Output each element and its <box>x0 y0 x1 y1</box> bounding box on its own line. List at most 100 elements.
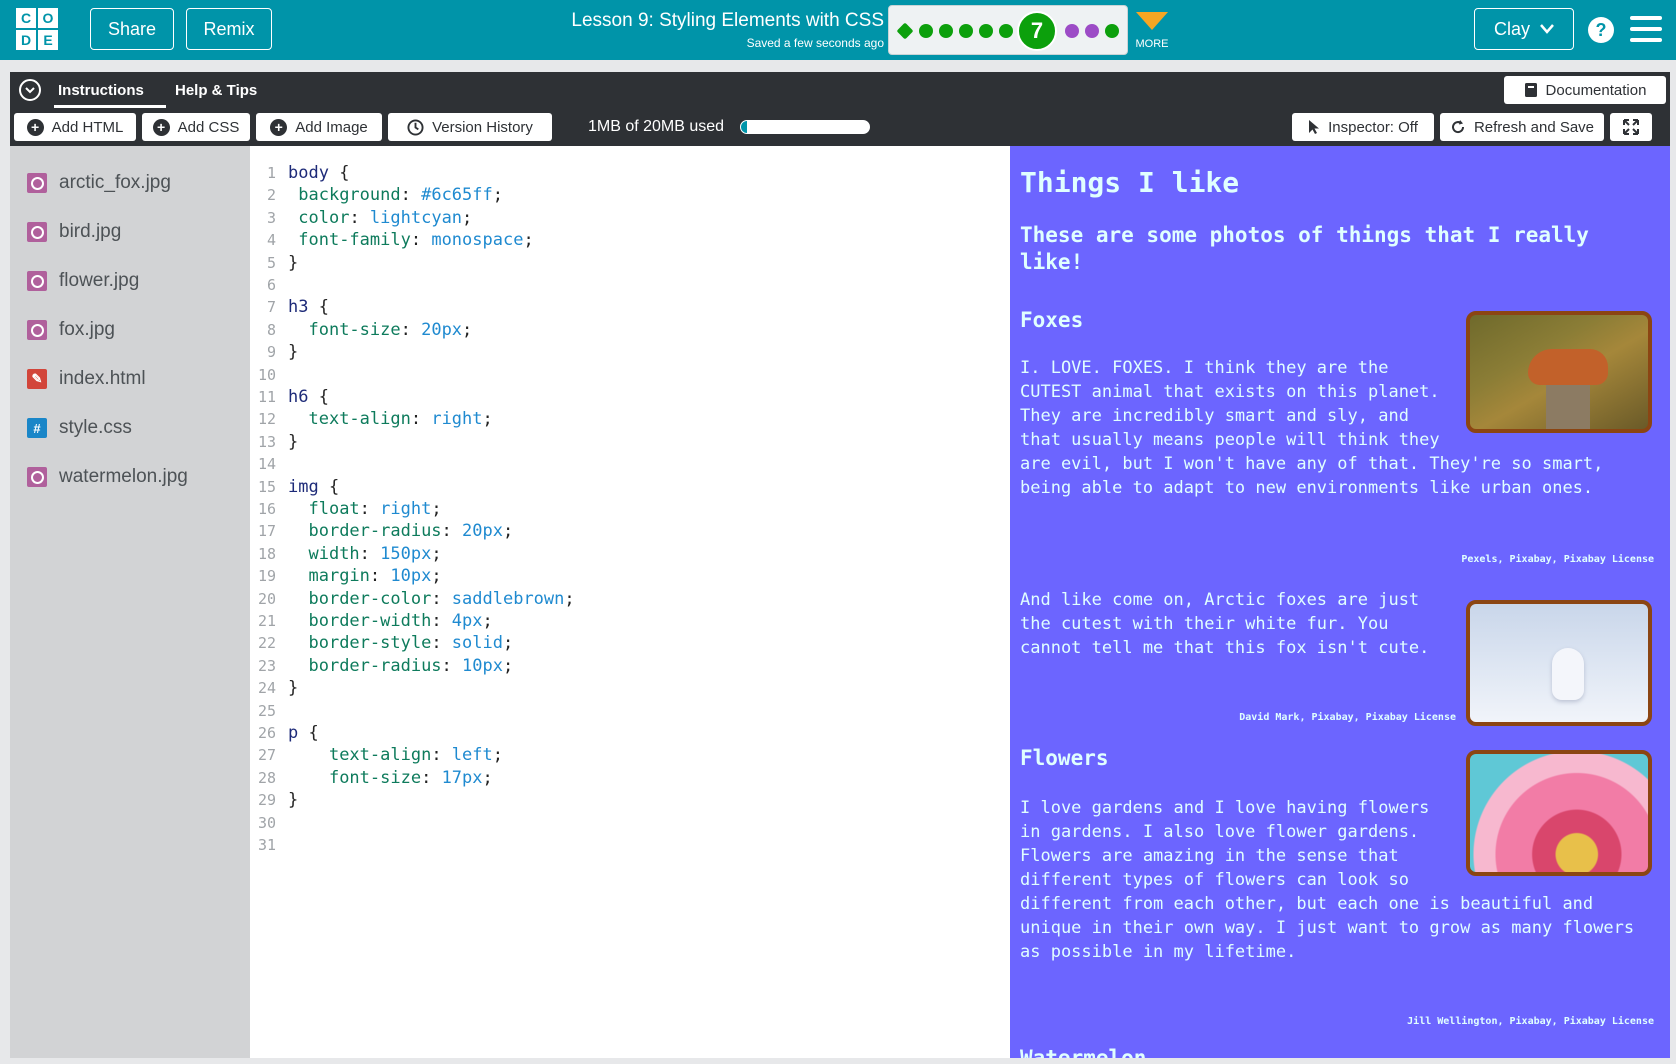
line-number: 1 <box>266 164 276 182</box>
tab-instructions[interactable]: Instructions <box>58 82 144 99</box>
code-line[interactable]: 26 p { <box>250 722 319 744</box>
code-line[interactable]: 13} <box>250 431 298 453</box>
watermelon-heading: Watermelon <box>1020 1046 1147 1058</box>
line-number: 27 <box>257 746 276 765</box>
remix-button[interactable]: Remix <box>186 8 272 50</box>
code-line[interactable]: 19 margin: 10px; <box>250 565 442 587</box>
code-text: img { <box>288 476 340 497</box>
arctic-paragraph: And like come on, Arctic foxes are just … <box>1020 588 1456 660</box>
code-line[interactable]: 14 <box>250 453 288 475</box>
code-line[interactable]: 5} <box>250 252 298 274</box>
plus-icon: + <box>270 118 288 136</box>
file-item[interactable]: fox.jpg <box>27 317 115 343</box>
level-bubble[interactable] <box>1105 24 1119 38</box>
code-line[interactable]: 2 background: #6c65ff; <box>250 184 503 206</box>
code-line[interactable]: 15 img { <box>250 476 339 498</box>
tab-help-tips[interactable]: Help & Tips <box>175 82 257 99</box>
code-line[interactable]: 12 text-align: right; <box>250 408 493 430</box>
code-text: float: right; <box>308 499 442 519</box>
storage-usage-bar <box>740 120 870 134</box>
level-bubble[interactable] <box>999 24 1013 38</box>
code-line[interactable]: 1 body { <box>250 162 349 184</box>
code-line[interactable]: 22 border-style: solid; <box>250 632 513 654</box>
line-number: 14 <box>257 455 276 474</box>
code-line[interactable]: 11 h6 { <box>250 386 329 408</box>
preview-scrollbar[interactable] <box>1664 146 1670 1058</box>
file-item[interactable]: watermelon.jpg <box>27 464 188 490</box>
fullscreen-button[interactable] <box>1610 113 1652 141</box>
documentation-button[interactable]: Documentation <box>1504 76 1666 104</box>
code-line[interactable]: 9} <box>250 341 298 363</box>
add-css-button[interactable]: + Add CSS <box>142 113 250 141</box>
cursor-icon <box>1309 120 1320 134</box>
level-bubble[interactable] <box>919 24 933 38</box>
code-text: font-family: monospace; <box>298 230 534 251</box>
file-item[interactable]: bird.jpg <box>27 219 121 245</box>
level-bubble[interactable] <box>979 24 993 38</box>
foxes-heading: Foxes <box>1020 308 1084 332</box>
code-line[interactable]: 10 <box>250 364 288 386</box>
code-line[interactable]: 31 <box>250 834 288 856</box>
line-number: 23 <box>257 656 276 675</box>
image-file-icon <box>27 222 47 242</box>
current-level-bubble[interactable]: 7 <box>1017 11 1057 51</box>
code-line[interactable]: 27 text-align: left; <box>250 744 503 766</box>
code-editor[interactable]: 1 body {2 background: #6c65ff; 3 color: li… <box>250 146 1010 1058</box>
code-line[interactable]: 29} <box>250 789 298 811</box>
more-button[interactable]: MORE <box>1132 8 1172 50</box>
code-line[interactable]: 8 font-size: 20px; <box>250 319 472 341</box>
add-html-button[interactable]: + Add HTML <box>14 113 136 141</box>
line-number: 17 <box>257 522 276 541</box>
inspector-label: Inspector: Off <box>1328 118 1418 136</box>
version-history-button[interactable]: Version History <box>388 113 552 141</box>
share-button[interactable]: Share <box>90 8 174 50</box>
level-bubble[interactable] <box>896 22 914 40</box>
level-bubble[interactable] <box>1085 24 1099 38</box>
code-line[interactable]: 18 width: 150px; <box>250 543 442 565</box>
code-line[interactable]: 3 color: lightcyan; <box>250 207 472 229</box>
editor-toolbar: + Add HTML + Add CSS + Add Image Version… <box>10 108 1670 146</box>
arctic-text: And like come on, Arctic foxes are just … <box>1020 590 1430 658</box>
code-org-logo[interactable]: C O D E <box>16 8 60 52</box>
code-line[interactable]: 23 border-radius: 10px; <box>250 655 513 677</box>
expand-icon <box>1623 119 1639 135</box>
hamburger-menu-icon[interactable] <box>1630 16 1662 42</box>
add-image-button[interactable]: + Add Image <box>256 113 382 141</box>
code-line[interactable]: 20 border-color: saddlebrown; <box>250 588 575 610</box>
add-css-label: Add CSS <box>177 118 240 136</box>
code-line[interactable]: 6 <box>250 274 288 296</box>
file-item[interactable]: flower.jpg <box>27 268 139 294</box>
file-item[interactable]: arctic_fox.jpg <box>27 170 171 196</box>
code-line[interactable]: 17 border-radius: 20px; <box>250 520 513 542</box>
level-bubble[interactable] <box>939 24 953 38</box>
code-text: border-radius: 20px; <box>308 521 514 542</box>
code-line[interactable]: 4 font-family: monospace; <box>250 229 534 251</box>
code-text: } <box>288 678 299 699</box>
line-number: 4 <box>266 231 276 250</box>
level-bubble[interactable] <box>1065 24 1079 38</box>
user-menu-button[interactable]: Clay <box>1474 8 1574 50</box>
code-line[interactable]: 16 float: right; <box>250 498 442 520</box>
saved-status: Saved a few seconds ago <box>746 36 884 50</box>
code-line[interactable]: 7 h3 { <box>250 296 329 318</box>
code-line[interactable]: 25 <box>250 700 288 722</box>
code-line[interactable]: 30 <box>250 812 288 834</box>
line-number: 22 <box>257 634 276 653</box>
collapse-chevron-icon[interactable] <box>19 79 41 101</box>
code-line[interactable]: 28 font-size: 17px; <box>250 767 493 789</box>
inspector-toggle-button[interactable]: Inspector: Off <box>1292 113 1434 141</box>
file-item[interactable]: ✎ index.html <box>27 366 146 392</box>
image-file-icon <box>27 173 47 193</box>
logo-letter: C <box>16 8 36 28</box>
code-line[interactable]: 21 border-width: 4px; <box>250 610 493 632</box>
level-bubble[interactable] <box>959 24 973 38</box>
storage-usage-fill <box>741 121 748 133</box>
preview-heading: Things I like <box>1020 166 1240 199</box>
file-item[interactable]: # style.css <box>27 415 132 441</box>
code-text: border-width: 4px; <box>308 611 493 631</box>
line-number: 19 <box>257 567 276 586</box>
help-icon[interactable]: ? <box>1588 17 1614 43</box>
refresh-save-button[interactable]: Refresh and Save <box>1440 113 1604 141</box>
code-line[interactable]: 24} <box>250 677 298 699</box>
code-text: h6 { <box>288 387 329 407</box>
